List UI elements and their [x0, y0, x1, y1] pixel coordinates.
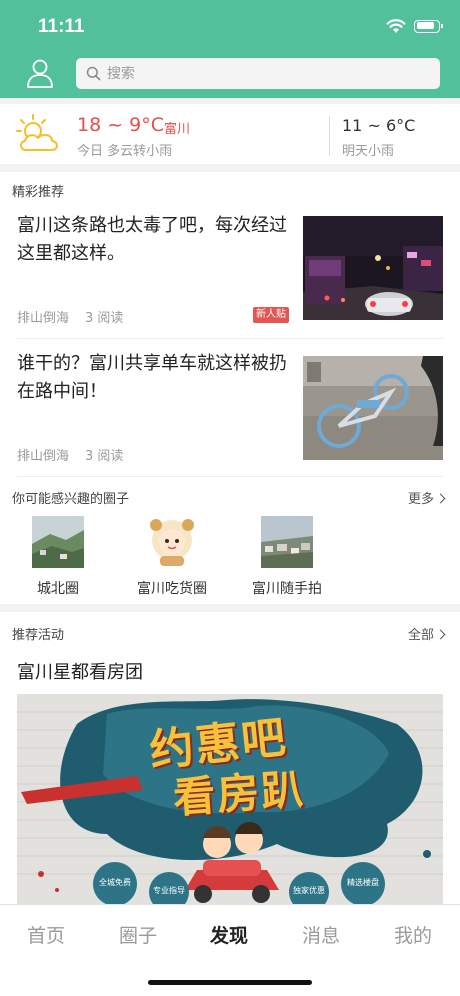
new-post-badge: 新人贴 [253, 307, 289, 323]
activity-title[interactable]: 富川星都看房团 [17, 658, 143, 684]
battery-level [416, 22, 434, 29]
banner-badge: 专业指导 [153, 886, 185, 895]
circle-name: 富川吃货圈 [137, 581, 207, 597]
battery-icon [414, 19, 443, 33]
article-thumbnail [303, 216, 443, 320]
activities-title: 推荐活动 [12, 628, 65, 643]
banner-badge: 独家优惠 [293, 886, 325, 895]
chevron-right-icon [435, 629, 446, 640]
user-icon[interactable] [26, 58, 54, 88]
chevron-right-icon [435, 493, 446, 504]
all-activities-link[interactable]: 全部 [407, 624, 446, 643]
tab-messages[interactable]: 消息 [291, 921, 351, 948]
featured-section: 精彩推荐 富川这条路也太毒了吧，每次经过这里都这样。 排山倒海 3 阅读 新人贴 [0, 172, 460, 604]
article-author: 排山倒海 [17, 449, 70, 464]
circle-item[interactable]: 城北圈 [8, 516, 108, 598]
home-indicator [148, 980, 312, 985]
header: 11:11 [0, 0, 460, 98]
search-icon [86, 66, 101, 81]
article-title: 富川这条路也太毒了吧，每次经过这里都这样。 [17, 215, 287, 264]
tab-discover[interactable]: 发现 [199, 921, 259, 948]
article-card[interactable]: 谁干的？富川共享单车就这样被扔在路中间！ 排山倒海 3 阅读 [0, 350, 460, 465]
search-input[interactable] [107, 65, 407, 82]
status-icons [386, 18, 443, 34]
sun-cloud-icon [16, 114, 58, 151]
weather-divider [329, 116, 330, 156]
circle-name: 富川随手拍 [252, 581, 322, 597]
circle-item[interactable]: 富川随手拍 [237, 516, 337, 598]
banner-headline-2: 看房趴 [171, 764, 307, 823]
activity-banner[interactable]: 约惠吧 看房趴 全城免费 专业指导 独家优惠 精选楼盘 [17, 694, 443, 904]
wifi-icon [386, 19, 406, 33]
activities-section: 推荐活动 全部 富川星都看房团 约惠吧 看房趴 全城免费 专业指导 独家优惠 精… [0, 612, 460, 904]
circle-item[interactable]: 富川吃货圈 [122, 516, 222, 598]
article-thumbnail [303, 356, 443, 460]
article-card[interactable]: 富川这条路也太毒了吧，每次经过这里都这样。 排山倒海 3 阅读 新人贴 [0, 212, 460, 327]
tab-circles[interactable]: 圈子 [108, 921, 168, 948]
all-label: 全部 [407, 628, 434, 643]
search-bar[interactable] [76, 58, 440, 89]
today-temperature: 18 ~ 9°C [77, 114, 165, 136]
tomorrow-weather-desc: 明天小雨 [342, 144, 395, 159]
circles-title: 你可能感兴趣的圈子 [12, 492, 130, 507]
circle-avatar [261, 516, 313, 568]
article-title: 谁干的？富川共享单车就这样被扔在路中间！ [17, 353, 287, 402]
row-divider [17, 338, 443, 339]
banner-badge: 全城免费 [99, 878, 131, 887]
weather-card[interactable]: 18 ~ 9°C 富川 今日 多云转小雨 11 ~ 6°C 明天小雨 [0, 104, 460, 164]
more-circles-link[interactable]: 更多 [407, 488, 446, 507]
discover-page: 11:11 搜索 18 ~ 9°C 富川 今日 多云转小雨 11 ~ 6°C 明… [0, 0, 460, 996]
status-time: 11:11 [38, 16, 85, 37]
tab-home[interactable]: 首页 [16, 921, 76, 948]
banner-badge: 精选楼盘 [347, 878, 379, 887]
weather-city: 富川 [164, 122, 191, 137]
article-author: 排山倒海 [17, 311, 70, 326]
circle-name: 城北圈 [37, 581, 79, 597]
more-label: 更多 [407, 492, 434, 507]
tab-profile[interactable]: 我的 [383, 921, 443, 948]
row-divider [17, 476, 443, 477]
circle-avatar [32, 516, 84, 568]
circle-avatar [146, 516, 198, 568]
today-weather-desc: 今日 多云转小雨 [77, 144, 173, 159]
featured-title: 精彩推荐 [12, 185, 65, 200]
article-reads: 3 阅读 [85, 449, 124, 464]
tomorrow-temperature: 11 ~ 6°C [342, 116, 416, 135]
article-reads: 3 阅读 [85, 311, 124, 326]
